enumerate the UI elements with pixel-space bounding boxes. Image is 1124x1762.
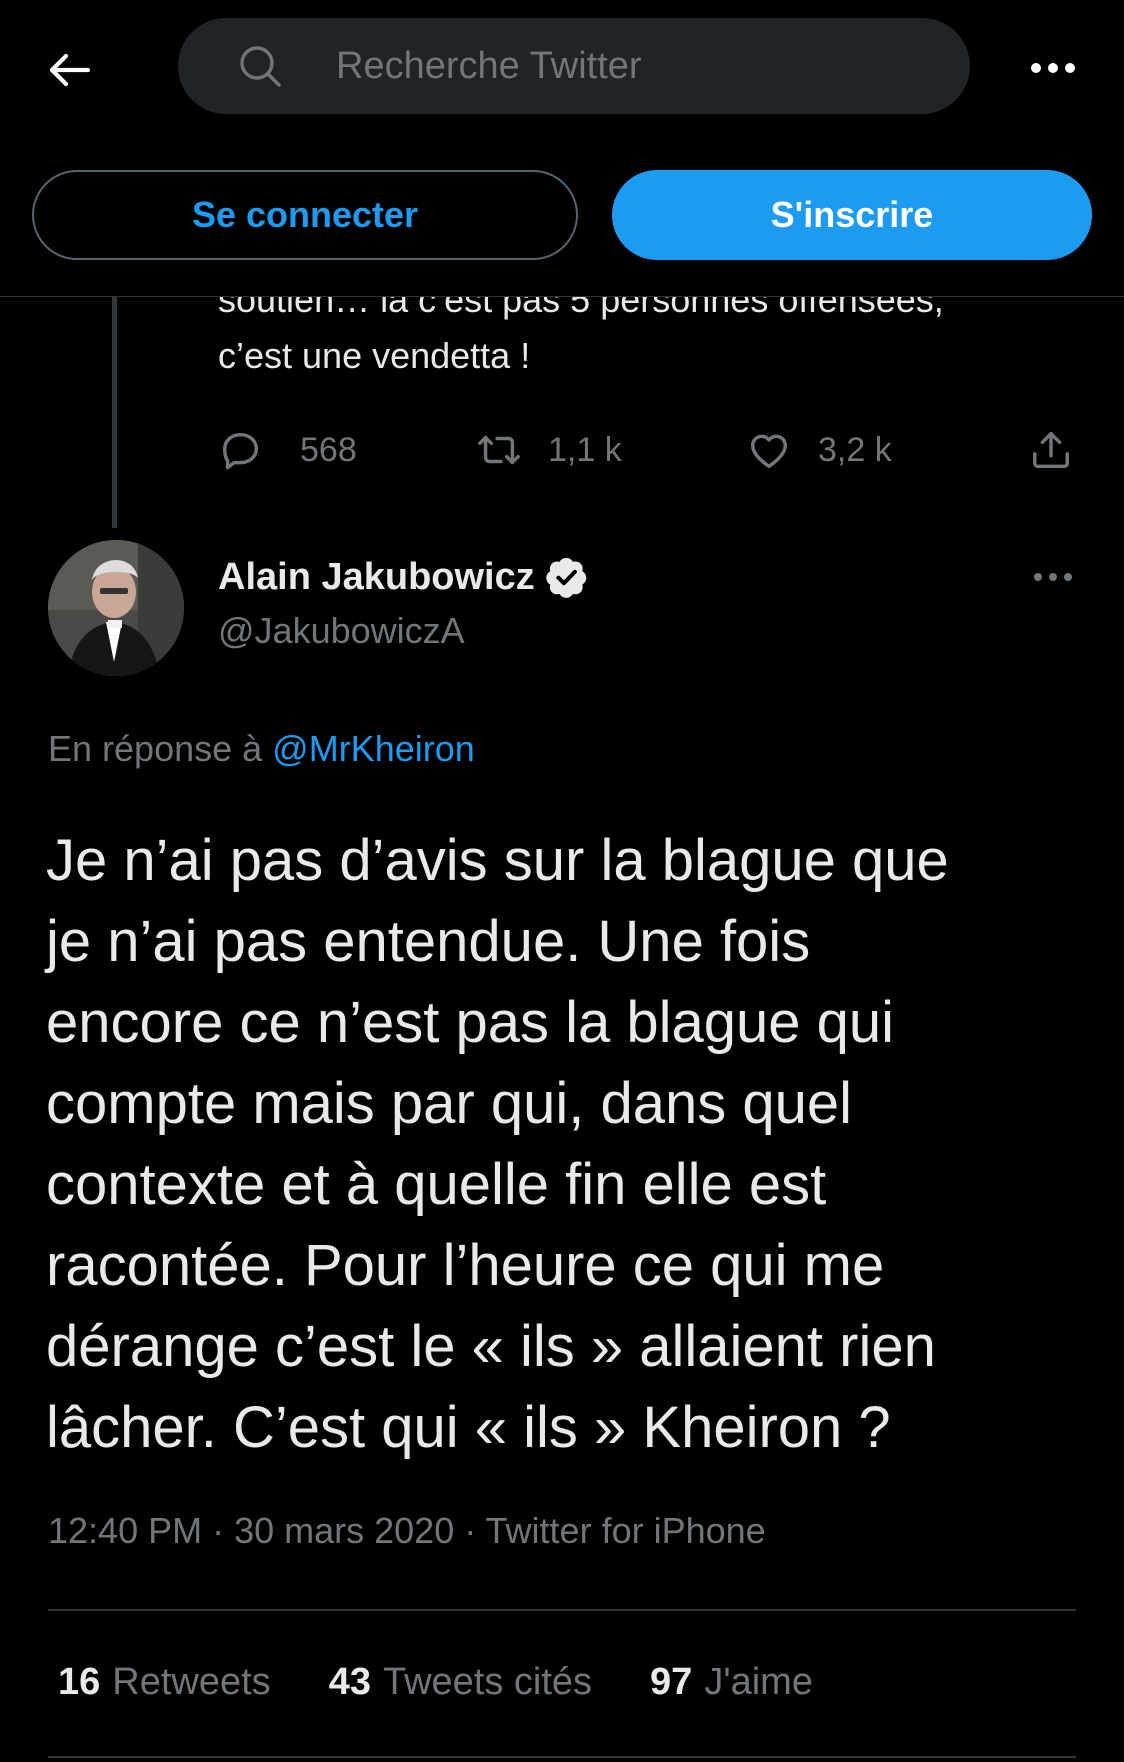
likes-stat[interactable]: 97 J'aime: [650, 1661, 813, 1704]
author-name[interactable]: Alain Jakubowicz: [218, 552, 589, 602]
reply-to-link[interactable]: @MrKheiron: [272, 728, 475, 769]
quotes-stat[interactable]: 43 Tweets cités: [329, 1661, 592, 1704]
author-handle[interactable]: @JakubowiczA: [218, 610, 465, 652]
login-button[interactable]: Se connecter: [32, 170, 578, 260]
retweets-label: Retweets: [112, 1660, 271, 1703]
likes-label: J'aime: [704, 1660, 813, 1703]
share-icon: [1032, 431, 1070, 469]
previous-tweet-actions: 568 1,1 k 3,2 k: [218, 420, 1080, 480]
like-icon: [750, 434, 788, 469]
reply-context: En réponse à @MrKheiron: [48, 728, 475, 770]
reply-prefix: En réponse à: [48, 728, 273, 769]
retweets-stat[interactable]: 16 Retweets: [58, 1661, 271, 1704]
retweet-count: 1,1 k: [548, 430, 622, 469]
like-count: 3,2 k: [818, 430, 892, 469]
back-arrow-icon: [49, 53, 91, 87]
more-options-button[interactable]: [1020, 48, 1086, 88]
retweets-count: 16: [58, 1660, 101, 1703]
tweet-text: Je n’ai pas d’avis sur la blague que je …: [46, 828, 949, 1460]
search-icon: [240, 46, 281, 87]
tweet-stats: 16 Retweets 43 Tweets cités 97 J'aime: [58, 1652, 871, 1712]
like-action[interactable]: 3,2 k: [746, 420, 892, 480]
author-name-text: Alain Jakubowicz: [218, 555, 535, 598]
quotes-count: 43: [328, 1660, 371, 1703]
avatar-image: [48, 540, 184, 676]
divider: [48, 1756, 1076, 1758]
search-placeholder: Recherche Twitter: [336, 45, 642, 87]
thread-connector-line: [112, 290, 117, 528]
divider: [48, 1609, 1076, 1611]
share-action[interactable]: [1028, 420, 1074, 480]
reply-icon: [222, 432, 259, 470]
top-header: Recherche Twitter Se connecter S'inscrir…: [0, 0, 1124, 297]
retweet-icon: [478, 435, 520, 465]
retweet-action[interactable]: 1,1 k: [476, 420, 622, 480]
signup-button[interactable]: S'inscrire: [612, 170, 1092, 260]
quotes-label: Tweets cités: [382, 1660, 593, 1703]
tweet-more-button[interactable]: [1030, 562, 1076, 592]
avatar[interactable]: [48, 540, 184, 676]
reply-action[interactable]: 568: [218, 420, 357, 480]
back-button[interactable]: [40, 44, 100, 96]
more-icon: [1034, 573, 1072, 581]
reply-count: 568: [300, 430, 357, 469]
tweet-meta: 12:40 PM · 30 mars 2020 · Twitter for iP…: [48, 1510, 766, 1551]
verified-badge-icon: [546, 557, 586, 598]
search-bar[interactable]: Recherche Twitter: [178, 18, 970, 114]
likes-count: 97: [650, 1660, 693, 1703]
more-icon: [1031, 63, 1075, 73]
previous-tweet-line-2: c’est une vendetta !: [218, 335, 531, 376]
